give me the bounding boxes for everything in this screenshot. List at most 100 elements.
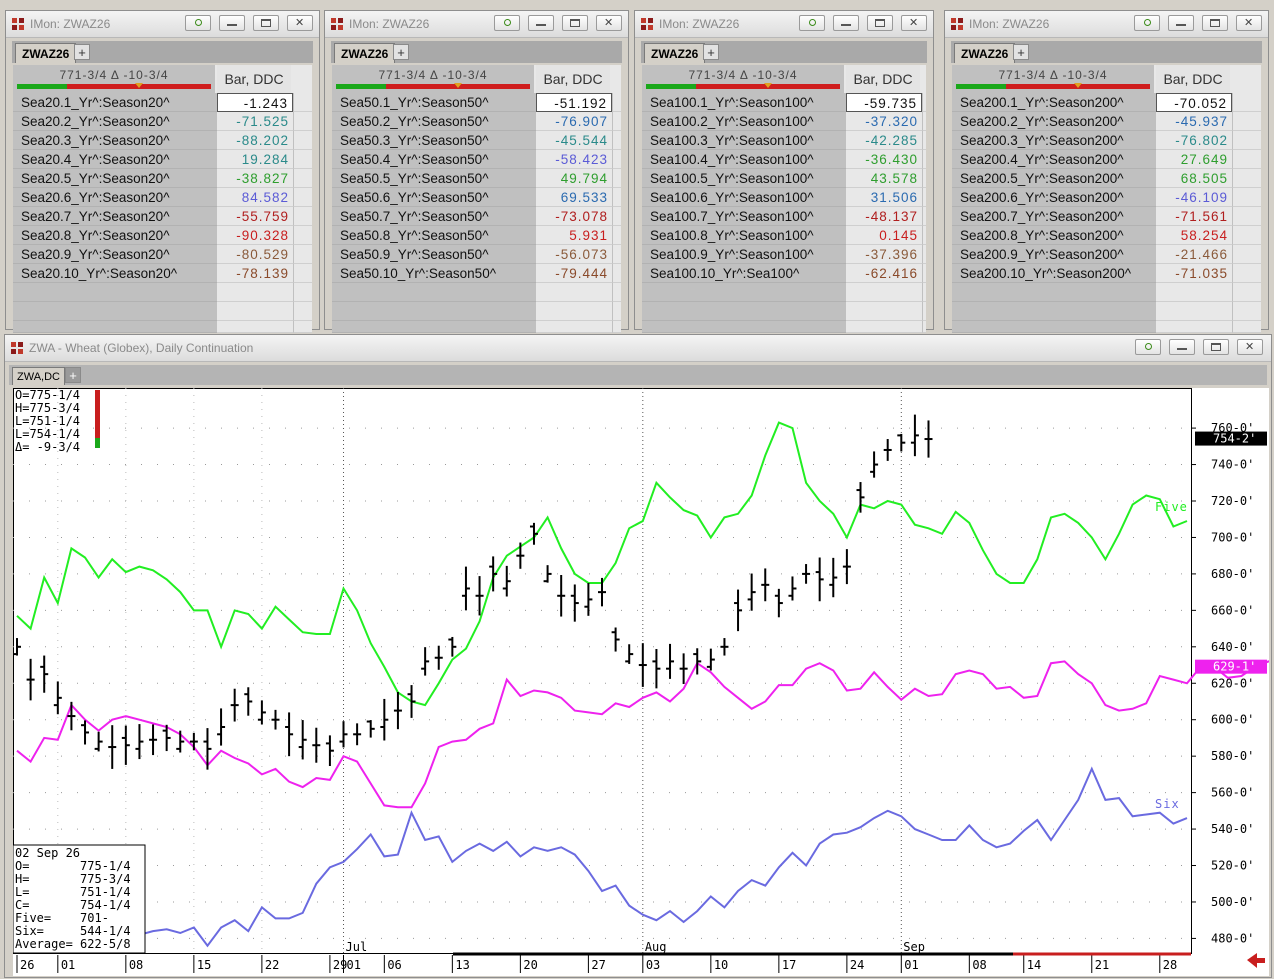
table-row[interactable]: Sea20.3_Yr^:Season20^ -88.202 (13, 131, 312, 150)
header-symbol-cell[interactable]: 771-3/4 Δ -10-3/4 (642, 65, 844, 93)
table-row[interactable]: Sea100.4_Yr^:Season100^ -36.430 (642, 150, 926, 169)
link-status-icon[interactable] (185, 15, 211, 31)
data-box-line: H= 775-3/4 (15, 872, 131, 886)
table-row[interactable]: Sea200.2_Yr^:Season200^ -45.937 (952, 112, 1261, 131)
close-button[interactable] (901, 15, 927, 31)
row-symbol: Sea100.4_Yr^:Season100^ (642, 150, 846, 169)
header-symbol-cell[interactable]: 771-3/4 Δ -10-3/4 (13, 65, 215, 93)
link-status-icon[interactable] (1135, 339, 1161, 355)
link-status-icon[interactable] (1134, 15, 1160, 31)
table-row[interactable]: Sea20.9_Yr^:Season20^ -80.529 (13, 245, 312, 264)
table-row[interactable]: Sea20.2_Yr^:Season20^ -71.525 (13, 112, 312, 131)
table-row[interactable]: Sea100.6_Yr^:Season100^ 31.506 (642, 188, 926, 207)
imon-titlebar[interactable]: IMon: ZWAZ26 (325, 11, 628, 38)
table-row[interactable]: Sea50.3_Yr^:Season50^ -45.544 (332, 131, 621, 150)
table-row[interactable]: Sea20.6_Yr^:Season20^ 84.582 (13, 188, 312, 207)
table-row[interactable]: Sea200.7_Yr^:Season200^ -71.561 (952, 207, 1261, 226)
table-row[interactable]: Sea100.10_Yr^:Sea100^ -62.416 (642, 264, 926, 283)
table-row[interactable]: Sea200.10_Yr^:Season200^ -71.035 (952, 264, 1261, 283)
table-row[interactable]: Sea20.8_Yr^:Season20^ -90.328 (13, 226, 312, 245)
imon-window-title: IMon: ZWAZ26 (349, 17, 430, 31)
link-status-icon[interactable] (799, 15, 825, 31)
table-row[interactable]: Sea200.9_Yr^:Season200^ -21.466 (952, 245, 1261, 264)
close-button[interactable] (596, 15, 622, 31)
row-value: -78.139 (217, 264, 293, 283)
empty-row (13, 302, 312, 321)
table-row[interactable]: Sea100.8_Yr^:Season100^ 0.145 (642, 226, 926, 245)
table-row[interactable]: Sea50.6_Yr^:Season50^ 69.533 (332, 188, 621, 207)
header-symbol-cell[interactable]: 771-3/4 Δ -10-3/4 (332, 65, 534, 93)
add-tab-button[interactable]: + (1013, 44, 1029, 60)
minimize-button[interactable] (528, 15, 554, 31)
tab-symbol[interactable]: ZWAZ26 (334, 43, 396, 63)
data-box-line: O= 775-1/4 (15, 859, 131, 873)
table-row[interactable]: Sea100.3_Yr^:Season100^ -42.285 (642, 131, 926, 150)
empty-row (332, 283, 621, 302)
row-symbol: Sea200.5_Yr^:Season200^ (952, 169, 1156, 188)
add-tab-button[interactable]: + (74, 44, 90, 60)
tab-symbol[interactable]: ZWAZ26 (644, 43, 706, 63)
chart-window: ZWA - Wheat (Globex), Daily Continuation… (4, 334, 1272, 978)
tab-zwa-dc[interactable]: ZWA,DC (12, 367, 65, 385)
add-tab-button[interactable]: + (393, 44, 409, 60)
table-row[interactable]: Sea100.2_Yr^:Season100^ -37.320 (642, 112, 926, 131)
imon-titlebar[interactable]: IMon: ZWAZ26 (635, 11, 933, 38)
minimize-button[interactable] (219, 15, 245, 31)
close-button[interactable] (1237, 339, 1263, 355)
minimize-button[interactable] (1168, 15, 1194, 31)
row-value: -73.078 (536, 207, 612, 226)
app-logo-icon (641, 18, 653, 30)
maximize-button[interactable] (253, 15, 279, 31)
table-row[interactable]: Sea200.8_Yr^:Season200^ 58.254 (952, 226, 1261, 245)
table-row[interactable]: Sea50.2_Yr^:Season50^ -76.907 (332, 112, 621, 131)
table-row[interactable]: Sea50.9_Yr^:Season50^ -56.073 (332, 245, 621, 264)
add-tab-button[interactable]: + (703, 44, 719, 60)
maximize-button[interactable] (1202, 15, 1228, 31)
table-row[interactable]: Sea100.5_Yr^:Season100^ 43.578 (642, 169, 926, 188)
table-row[interactable]: Sea50.4_Yr^:Season50^ -58.423 (332, 150, 621, 169)
maximize-button[interactable] (867, 15, 893, 31)
header-symbol-cell[interactable]: 771-3/4 Δ -10-3/4 (952, 65, 1154, 93)
table-row[interactable]: Sea200.4_Yr^:Season200^ 27.649 (952, 150, 1261, 169)
date-tick-label: 28 (1163, 958, 1177, 972)
link-status-icon[interactable] (494, 15, 520, 31)
table-row[interactable]: Sea200.5_Yr^:Season200^ 68.505 (952, 169, 1261, 188)
header-column-bar-ddc[interactable]: Bar, DDC (217, 65, 291, 93)
add-tab-button[interactable]: + (65, 367, 81, 383)
month-label: Aug (645, 940, 667, 954)
date-tick-label: 27 (591, 958, 605, 972)
price-chart[interactable]: 760-0'740-0'720-0'700-0'680-0'660-0'640-… (13, 388, 1269, 976)
imon-titlebar[interactable]: IMon: ZWAZ26 (6, 11, 319, 38)
tab-symbol[interactable]: ZWAZ26 (954, 43, 1016, 63)
table-row[interactable]: Sea50.1_Yr^:Season50^ -51.192 (332, 93, 621, 112)
table-row[interactable]: Sea50.5_Yr^:Season50^ 49.794 (332, 169, 621, 188)
table-row[interactable]: Sea100.7_Yr^:Season100^ -48.137 (642, 207, 926, 226)
table-row[interactable]: Sea200.1_Yr^:Season200^ -70.052 (952, 93, 1261, 112)
imon-titlebar[interactable]: IMon: ZWAZ26 (945, 11, 1268, 38)
close-button[interactable] (1236, 15, 1262, 31)
header-column-bar-ddc[interactable]: Bar, DDC (1156, 65, 1230, 93)
table-row[interactable]: Sea50.7_Yr^:Season50^ -73.078 (332, 207, 621, 226)
chart-window-titlebar[interactable]: ZWA - Wheat (Globex), Daily Continuation (5, 335, 1271, 362)
table-row[interactable]: Sea20.7_Yr^:Season20^ -55.759 (13, 207, 312, 226)
table-row[interactable]: Sea200.6_Yr^:Season200^ -46.109 (952, 188, 1261, 207)
minimize-button[interactable] (1169, 339, 1195, 355)
maximize-button[interactable] (1203, 339, 1229, 355)
table-row[interactable]: Sea20.1_Yr^:Season20^ -1.243 (13, 93, 312, 112)
tab-symbol[interactable]: ZWAZ26 (15, 43, 77, 63)
table-row[interactable]: Sea20.10_Yr^:Season20^ -78.139 (13, 264, 312, 283)
row-value: -71.561 (1156, 207, 1232, 226)
maximize-button[interactable] (562, 15, 588, 31)
header-column-bar-ddc[interactable]: Bar, DDC (536, 65, 610, 93)
table-row[interactable]: Sea200.3_Yr^:Season200^ -76.802 (952, 131, 1261, 150)
table-row[interactable]: Sea20.4_Yr^:Season20^ 19.284 (13, 150, 312, 169)
table-row[interactable]: Sea50.8_Yr^:Season50^ 5.931 (332, 226, 621, 245)
table-row[interactable]: Sea100.1_Yr^:Season100^ -59.735 (642, 93, 926, 112)
row-value: -45.544 (536, 131, 612, 150)
table-row[interactable]: Sea100.9_Yr^:Season100^ -37.396 (642, 245, 926, 264)
header-column-bar-ddc[interactable]: Bar, DDC (846, 65, 920, 93)
close-button[interactable] (287, 15, 313, 31)
table-row[interactable]: Sea20.5_Yr^:Season20^ -38.827 (13, 169, 312, 188)
table-row[interactable]: Sea50.10_Yr^:Season50^ -79.444 (332, 264, 621, 283)
minimize-button[interactable] (833, 15, 859, 31)
